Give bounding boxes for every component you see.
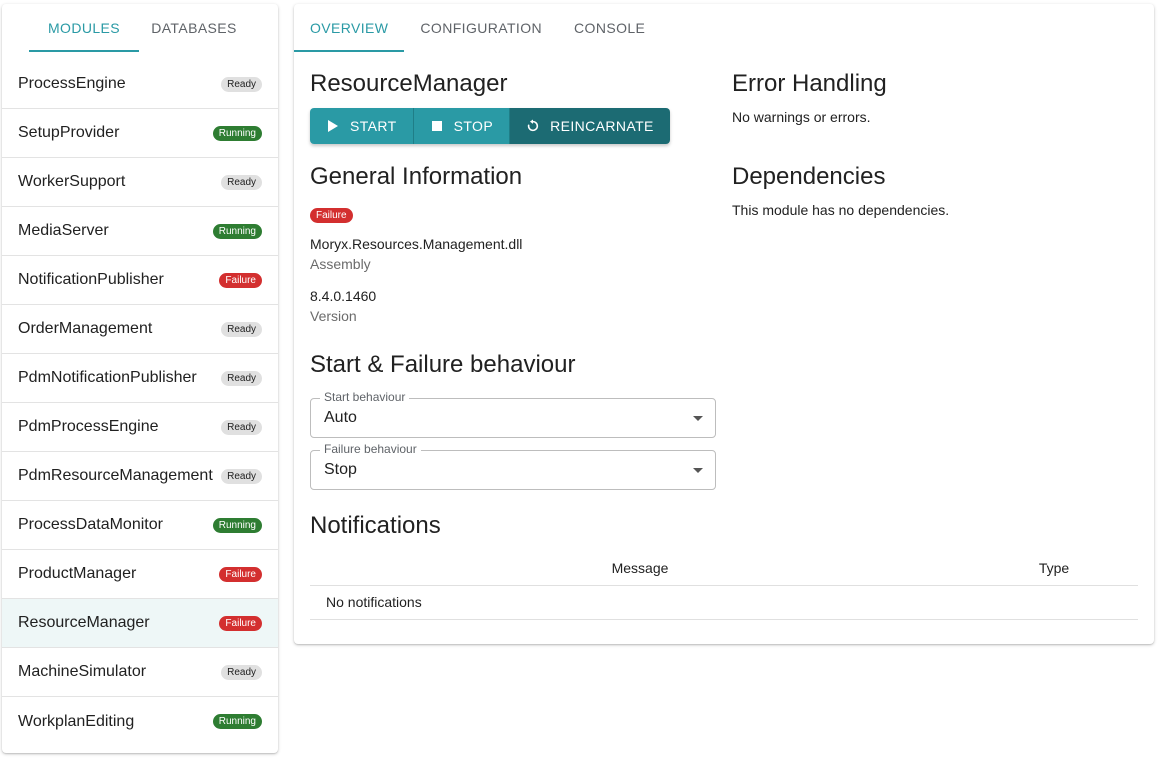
start-behaviour-value: Auto	[324, 409, 357, 426]
reincarnate-button[interactable]: REINCARNATE	[510, 108, 670, 144]
list-item[interactable]: MediaServer Running	[2, 207, 278, 256]
failure-behaviour-value: Stop	[324, 461, 357, 478]
sidebar-tabs: MODULES DATABASES	[2, 4, 278, 52]
list-item[interactable]: WorkplanEditing Running	[2, 697, 278, 746]
list-item[interactable]: PdmNotificationPublisher Ready	[2, 354, 278, 403]
tab-databases[interactable]: DATABASES	[139, 4, 249, 52]
status-badge: Ready	[221, 76, 262, 92]
status-badge: Failure	[219, 615, 262, 631]
stop-button[interactable]: STOP	[413, 108, 511, 144]
list-item[interactable]: ProcessDataMonitor Running	[2, 501, 278, 550]
general-information-heading: General Information	[310, 163, 523, 190]
list-item[interactable]: ResourceManager Failure	[2, 599, 278, 648]
failure-behaviour-select[interactable]: Failure behaviour Stop	[310, 442, 716, 490]
table-header: Message Type	[310, 550, 1138, 586]
assembly-value: Moryx.Resources.Management.dll	[310, 236, 523, 252]
status-badge: Ready	[221, 664, 262, 680]
column-header-message: Message	[611, 560, 669, 576]
tab-configuration[interactable]: CONFIGURATION	[404, 4, 558, 52]
module-name: ProductManager	[18, 565, 137, 582]
status-badge: Ready	[221, 468, 262, 484]
module-name: ProcessEngine	[18, 75, 126, 92]
module-name: OrderManagement	[18, 320, 153, 337]
stop-button-label: STOP	[453, 118, 494, 134]
tab-modules[interactable]: MODULES	[29, 4, 139, 52]
module-name: ResourceManager	[18, 614, 150, 631]
table-row-empty: No notifications	[310, 586, 1138, 620]
start-behaviour-select[interactable]: Start behaviour Auto	[310, 390, 716, 438]
tab-overview[interactable]: OVERVIEW	[294, 4, 405, 52]
list-item[interactable]: ProcessEngine Ready	[2, 60, 278, 109]
dependencies-text: This module has no dependencies.	[732, 202, 950, 218]
module-name: ProcessDataMonitor	[18, 516, 163, 533]
version-label: Version	[310, 308, 357, 324]
version-value: 8.4.0.1460	[310, 288, 377, 304]
notifications-table: Message Type No notifications	[310, 550, 1138, 620]
module-name: MachineSimulator	[18, 663, 147, 680]
dependencies-heading: Dependencies	[732, 163, 886, 190]
module-name: WorkplanEditing	[18, 712, 135, 730]
module-name: PdmResourceManagement	[18, 467, 213, 484]
status-badge: Failure	[219, 566, 262, 582]
module-name: SetupProvider	[18, 124, 120, 141]
error-handling-heading: Error Handling	[732, 70, 887, 97]
list-item[interactable]: OrderManagement Ready	[2, 305, 278, 354]
list-item[interactable]: WorkerSupport Ready	[2, 158, 278, 207]
module-name: PdmNotificationPublisher	[18, 369, 197, 386]
list-item[interactable]: PdmProcessEngine Ready	[2, 403, 278, 452]
module-action-buttons: START STOP REINCARNATE	[310, 108, 670, 144]
module-name: MediaServer	[18, 222, 109, 239]
module-name: WorkerSupport	[18, 173, 126, 190]
module-detail-panel: OVERVIEW CONFIGURATION CONSOLE ResourceM…	[294, 4, 1154, 644]
start-behaviour-label: Start behaviour	[320, 390, 410, 404]
module-title: ResourceManager	[310, 70, 508, 97]
notifications-heading: Notifications	[310, 512, 441, 539]
module-name: PdmProcessEngine	[18, 418, 159, 435]
dropdown-arrow-icon	[693, 416, 703, 421]
status-badge: Ready	[221, 321, 262, 337]
start-button[interactable]: START	[310, 108, 414, 144]
module-sidebar: MODULES DATABASES ProcessEngine Ready Setu…	[2, 4, 278, 753]
list-item[interactable]: PdmResourceManagement Ready	[2, 452, 278, 501]
status-badge: Running	[212, 125, 262, 141]
start-button-label: START	[350, 118, 397, 134]
status-badge: Failure	[219, 272, 262, 288]
list-item[interactable]: ProductManager Failure	[2, 550, 278, 599]
tab-console[interactable]: CONSOLE	[558, 4, 661, 52]
module-list: ProcessEngine Ready SetupProvider Running Wo…	[2, 60, 278, 746]
play-icon	[326, 119, 340, 133]
column-header-type: Type	[1038, 560, 1070, 576]
behaviour-heading: Start & Failure behaviour	[310, 351, 576, 378]
status-badge: Running	[212, 714, 262, 729]
detail-tabs: OVERVIEW CONFIGURATION CONSOLE	[294, 4, 1154, 52]
status-badge: Ready	[221, 174, 262, 190]
status-badge: Ready	[221, 370, 262, 386]
failure-behaviour-label: Failure behaviour	[320, 442, 421, 456]
assembly-label: Assembly	[310, 256, 371, 272]
list-item[interactable]: NotificationPublisher Failure	[2, 256, 278, 305]
status-badge: Ready	[221, 419, 262, 435]
status-badge: Running	[212, 517, 262, 533]
reincarnate-button-label: REINCARNATE	[550, 118, 654, 134]
list-item[interactable]: MachineSimulator Ready	[2, 648, 278, 697]
restart-icon	[526, 119, 540, 133]
module-state-badge: Failure	[310, 208, 353, 223]
dropdown-arrow-icon	[693, 468, 703, 473]
status-badge: Running	[212, 223, 262, 239]
module-name: NotificationPublisher	[18, 271, 164, 288]
error-handling-text: No warnings or errors.	[732, 109, 871, 125]
list-item[interactable]: SetupProvider Running	[2, 109, 278, 158]
stop-icon	[430, 119, 444, 133]
